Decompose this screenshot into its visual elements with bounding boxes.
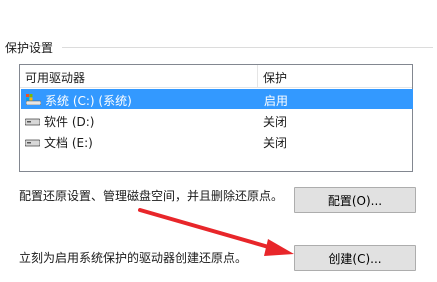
annotation-arrow xyxy=(138,208,294,256)
